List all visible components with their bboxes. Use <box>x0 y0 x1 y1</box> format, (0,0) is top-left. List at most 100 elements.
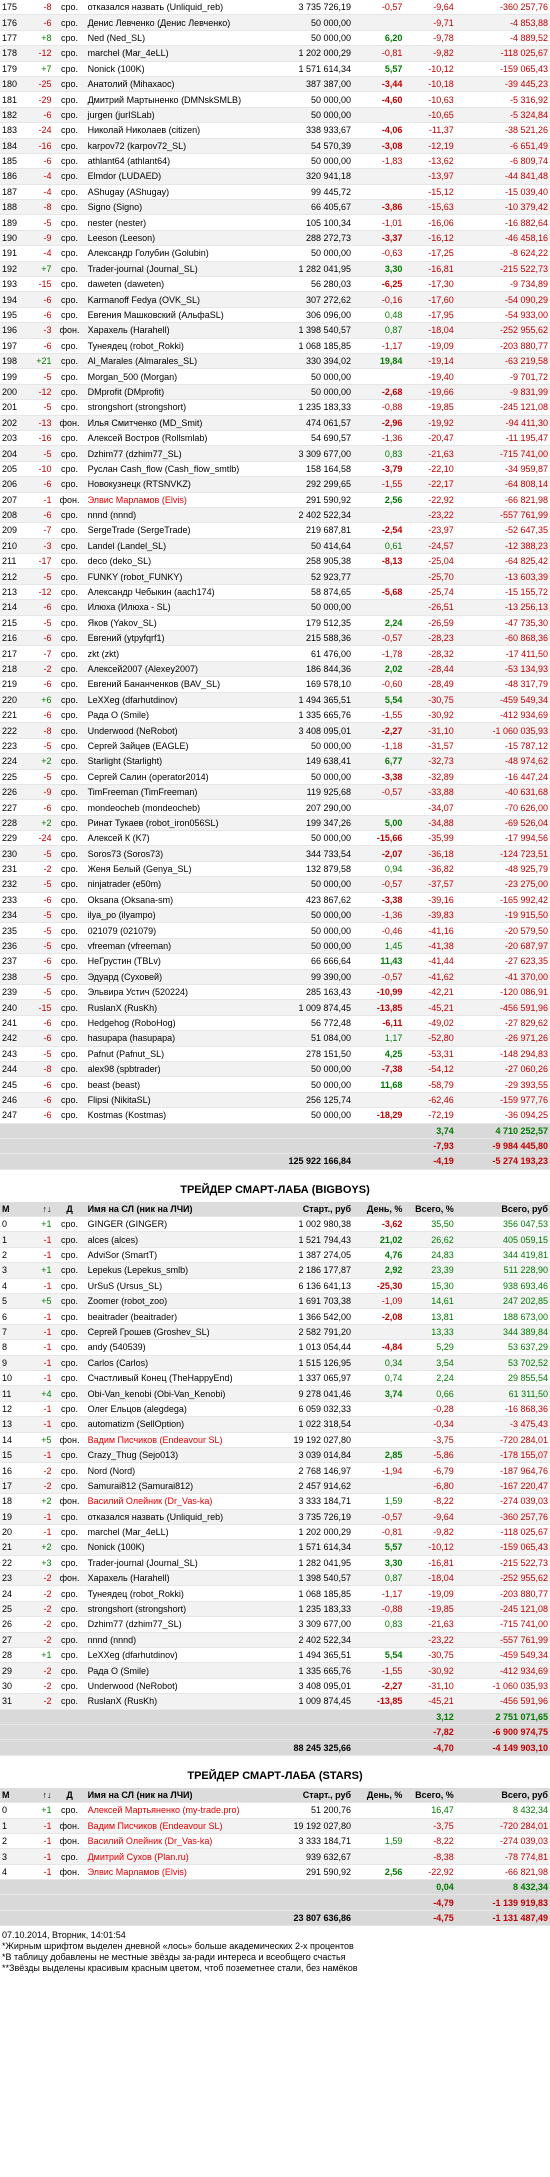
total-rub-cell: -69 526,04 <box>455 815 550 832</box>
total-percent-cell: -6,79 <box>404 1462 456 1479</box>
rank-change-cell: -6 <box>25 799 54 816</box>
type-cell: сро. <box>53 799 86 816</box>
start-capital-cell: 158 164,58 <box>273 461 354 478</box>
rank-change-cell: -15 <box>25 999 54 1016</box>
total-rub-cell: -19 915,50 <box>455 907 550 924</box>
rank-change-cell: -1 <box>25 1370 54 1387</box>
table-row: 16 -2 сро. Nord (Nord) 2 768 146,97 -1,94 -6,7… <box>0 1462 550 1479</box>
table-row: 235 -5 сро. 021079 (021079) 50 000,00 -0,46 -4… <box>0 922 550 939</box>
total-percent-cell: -16,81 <box>404 261 456 278</box>
rank-change-cell: -8 <box>25 722 54 739</box>
total-percent-cell: -39,16 <box>404 892 456 909</box>
column-header: День, % <box>353 1201 405 1218</box>
rank-change-cell: -6 <box>25 338 54 354</box>
start-capital-cell: 1 691 703,38 <box>273 1293 354 1310</box>
total-rub-cell: -557 761,99 <box>455 507 550 524</box>
rank-cell: 225 <box>0 769 26 785</box>
trader-name-cell: 021079 (021079) <box>85 922 274 939</box>
total-rub-cell: -20 687,97 <box>455 938 550 955</box>
start-capital-cell: 6 059 032,33 <box>273 1401 354 1418</box>
table-row: 244 -8 сро. alex98 (spbtrader) 50 000,00 -7,3… <box>0 1061 550 1078</box>
day-percent-cell <box>353 1894 405 1911</box>
trader-name-cell: Al_Marales (Almarales_SL) <box>85 353 274 370</box>
type-cell: сро. <box>53 199 86 216</box>
day-percent-cell: -1,36 <box>353 907 405 924</box>
type-cell: сро. <box>53 984 86 1001</box>
start-capital-cell: 1 521 794,43 <box>273 1231 354 1248</box>
total-percent-cell: 0,66 <box>404 1385 456 1402</box>
total-rub-cell: -11 195,47 <box>455 430 550 447</box>
total-percent-cell: -34,07 <box>404 799 456 816</box>
table-row: 27 -2 сро. nnnd (nnnd) 2 402 522,34 -23,22 -55… <box>0 1632 550 1649</box>
day-percent-cell <box>353 568 405 585</box>
start-capital-cell: 199 347,26 <box>273 815 354 832</box>
start-capital-cell: 1 337 065,97 <box>273 1370 354 1387</box>
day-percent-cell <box>353 1724 405 1741</box>
day-percent-cell: -1,36 <box>353 430 405 447</box>
day-percent-cell: -7,38 <box>353 1061 405 1078</box>
table-row: 199 -5 сро. Morgan_500 (Morgan) 50 000,00 -19… <box>0 368 550 385</box>
day-percent-cell: -0,16 <box>353 291 405 308</box>
day-percent-cell: 5,57 <box>353 1539 405 1556</box>
type-cell: сро. <box>53 584 86 601</box>
table-row: 221 -6 сро. Рада О (Smile) 1 335 665,76 -1,55… <box>0 707 550 724</box>
total-percent-cell: -9,71 <box>404 14 456 31</box>
rank-change-cell: -1 <box>25 1416 54 1433</box>
total-percent-cell: -52,80 <box>404 1030 456 1047</box>
total-rub-cell: -412 934,69 <box>455 707 550 724</box>
type-cell: сро. <box>53 630 86 647</box>
table-row: 189 -5 сро. nester (nester) 105 100,34 -1,01-… <box>0 214 550 231</box>
type-cell: сро. <box>53 1693 86 1710</box>
total-rub-cell: -17 994,56 <box>455 830 550 847</box>
total-percent-cell: -16,06 <box>404 214 456 231</box>
start-capital-cell: 1 398 540,57 <box>273 322 354 339</box>
table-row: 177 +8 сро. Ned (Ned_SL) 50 000,00 6,20 -9,78-… <box>0 30 550 47</box>
total-percent-cell: -19,66 <box>404 384 456 401</box>
column-header: Всего, % <box>404 1787 456 1804</box>
trader-name-cell: athlant64 (athlant64) <box>85 153 274 170</box>
trader-name-cell: nester (nester) <box>85 214 274 231</box>
total-rub-cell: -48 317,79 <box>455 676 550 693</box>
trader-name-cell: Алексей Востров (Rollsmlab) <box>85 430 274 447</box>
rank-change-cell: -4 <box>25 184 54 201</box>
trader-name-cell: Новокузнецк (RTSNVKZ) <box>85 476 274 493</box>
day-percent-cell: 5,57 <box>353 61 405 77</box>
type-cell: сро. <box>53 353 86 370</box>
day-percent-cell: -1,09 <box>353 1293 405 1310</box>
type-cell: сро. <box>53 599 86 616</box>
column-header: Старт., руб <box>273 1787 354 1804</box>
start-capital-cell: 1 571 614,34 <box>273 61 354 77</box>
ranking-table-body: 0 +1 сро. Алексей Мартьяненко (my-trade.pro… <box>0 1802 550 1927</box>
type-cell: сро. <box>53 1076 86 1093</box>
trader-name-cell: Эльвира Устич (520224) <box>85 984 274 1001</box>
rank-change-cell: +21 <box>25 353 54 370</box>
table-row: 20 -1 сро. marchel (Mar_4eLL) 1 202 000,29 -0… <box>0 1524 550 1541</box>
total-percent-cell: -18,04 <box>404 1570 456 1587</box>
total-percent-cell: -3,75 <box>404 1818 456 1834</box>
rank-change-cell: -6 <box>25 507 54 524</box>
start-capital-cell: 186 844,36 <box>273 661 354 678</box>
type-cell: сро. <box>53 1293 86 1310</box>
total-rub-cell: -16 447,24 <box>455 769 550 785</box>
table-row: 24 -2 сро. Тунеядец (robot_Rokki) 1 068 185,… <box>0 1585 550 1602</box>
start-capital-cell: 3 735 726,19 <box>273 1509 354 1525</box>
day-percent-cell: -3,08 <box>353 138 405 154</box>
start-capital-cell: 2 186 177,87 <box>273 1262 354 1279</box>
total-rub-cell: -360 257,76 <box>455 0 550 16</box>
day-percent-cell: 2,56 <box>353 1864 405 1881</box>
start-capital-cell: 50 000,00 <box>273 769 354 785</box>
start-capital-cell: 307 272,62 <box>273 291 354 308</box>
start-capital-cell: 54 690,57 <box>273 430 354 447</box>
type-cell: фон. <box>53 492 86 508</box>
trader-name-cell: daweten (daweten) <box>85 276 274 293</box>
type-cell: сро. <box>53 861 86 878</box>
rank-cell <box>0 1879 26 1896</box>
day-percent-cell: -1,78 <box>353 645 405 662</box>
type-cell: фон. <box>53 322 86 339</box>
rank-cell: 196 <box>0 322 26 339</box>
day-percent-cell: -3,86 <box>353 199 405 216</box>
rank-cell: 193 <box>0 276 26 293</box>
trader-name-cell: TimFreeman (TimFreeman) <box>85 784 274 801</box>
rank-cell: 29 <box>0 1662 26 1679</box>
rank-cell <box>0 1709 26 1725</box>
